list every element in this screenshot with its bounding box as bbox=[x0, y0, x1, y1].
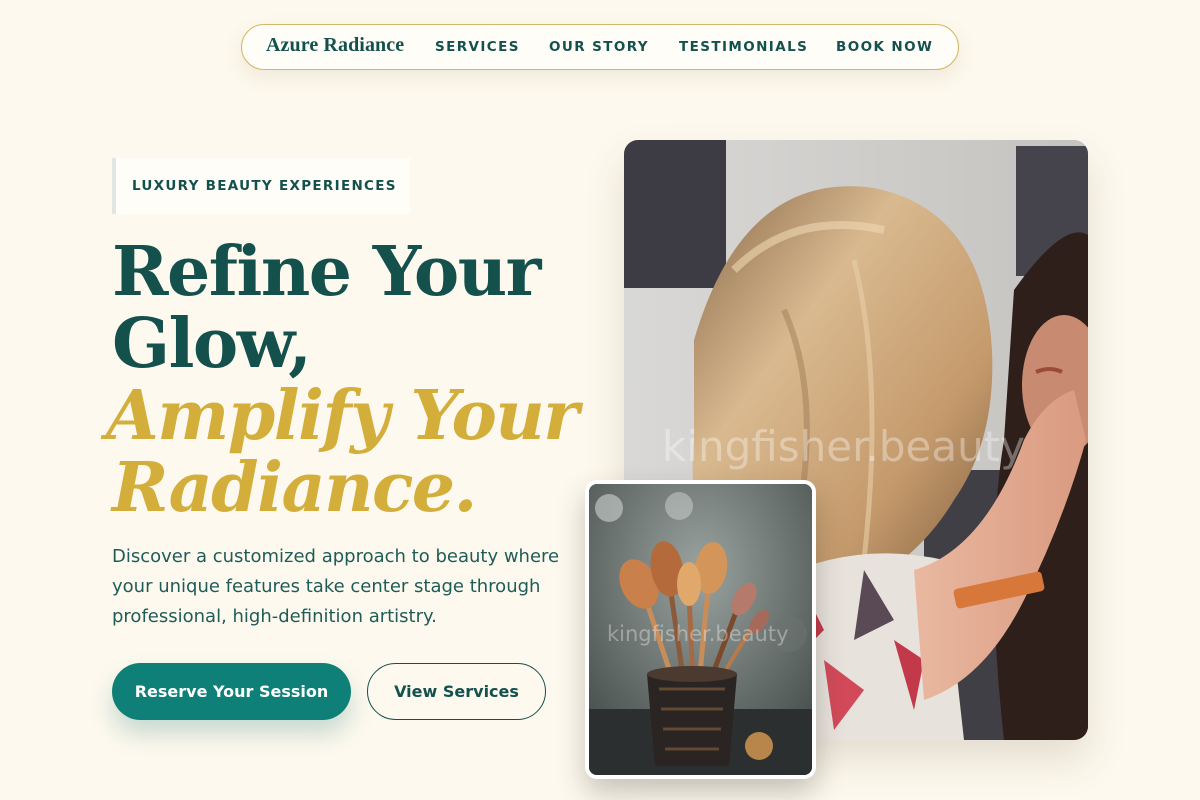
hero-description: Discover a customized approach to beauty… bbox=[112, 546, 560, 627]
hero-headline: Refine Your Glow, Amplify Your Radiance. bbox=[106, 232, 579, 528]
top-navigation: Azure Radiance SERVICES OUR STORY TESTIM… bbox=[241, 24, 959, 70]
view-services-button[interactable]: View Services bbox=[367, 663, 546, 720]
headline-line-3: Amplify Your bbox=[106, 376, 579, 456]
brand-logo[interactable]: Azure Radiance bbox=[266, 34, 404, 57]
nav-link-book-now[interactable]: BOOK NOW bbox=[836, 39, 933, 55]
makeup-brushes-illustration bbox=[589, 484, 812, 775]
nav-link-testimonials[interactable]: TESTIMONIALS bbox=[679, 39, 808, 55]
nav-link-our-story[interactable]: OUR STORY bbox=[549, 39, 649, 55]
headline-line-2: Glow, bbox=[112, 304, 312, 384]
makeup-brushes-photo: kingfisher.beauty bbox=[585, 480, 816, 779]
reserve-session-button[interactable]: Reserve Your Session bbox=[112, 663, 351, 720]
eyebrow-badge: LUXURY BEAUTY EXPERIENCES bbox=[112, 158, 410, 214]
headline-line-4: Radiance. bbox=[112, 448, 477, 528]
nav-link-services[interactable]: SERVICES bbox=[435, 39, 520, 55]
headline-line-1: Refine Your bbox=[112, 232, 541, 312]
